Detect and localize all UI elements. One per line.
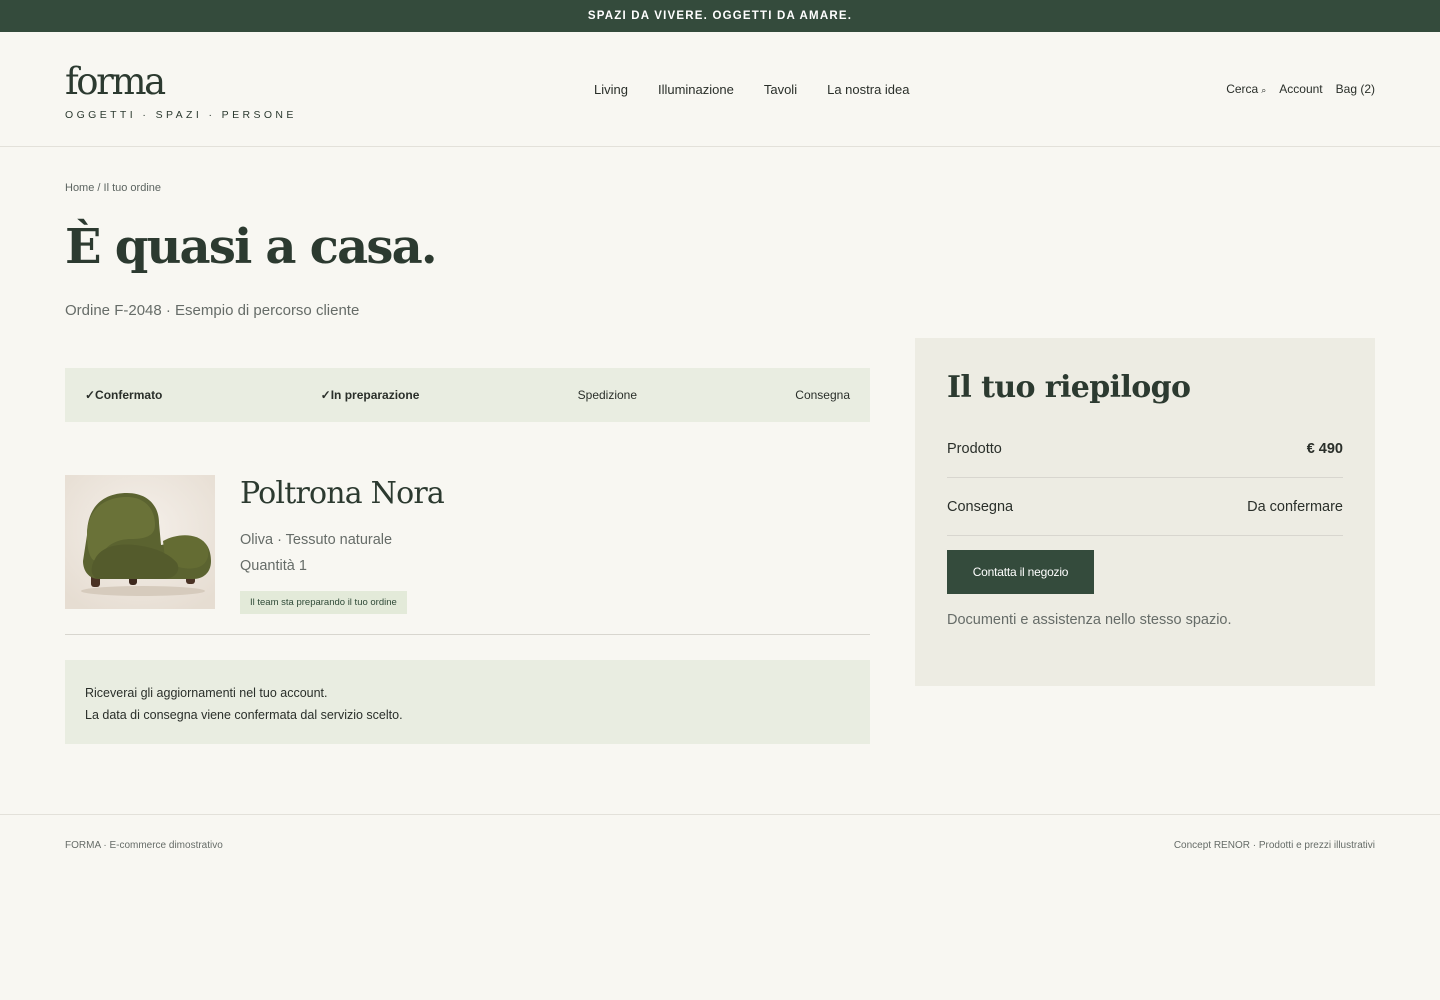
step-consegna: Consegna: [795, 388, 850, 402]
main-nav: Living Illuminazione Tavoli La nostra id…: [594, 82, 910, 97]
search-label: Cerca: [1226, 82, 1259, 96]
summary-delivery-value: Da confermare: [1247, 498, 1343, 515]
announcement-text: SPAZI DA VIVERE. OGGETTI DA AMARE.: [587, 10, 853, 22]
summary-note: Documenti e assistenza nello stesso spaz…: [947, 612, 1232, 628]
update-notice: Riceverai gli aggiornamenti nel tuo acco…: [65, 660, 870, 744]
summary-title: Il tuo riepilogo: [947, 370, 1191, 405]
summary-row-product: Prodotto € 490: [947, 420, 1343, 478]
search-icon: ⌕: [1261, 85, 1267, 95]
page-title: È quasi a casa.: [65, 219, 438, 275]
product-variant: Oliva · Tessuto naturale: [240, 532, 393, 548]
summary-delivery-label: Consegna: [947, 498, 1014, 515]
brand-logo[interactable]: forma OGGETTI · SPAZI · PERSONE: [65, 60, 297, 121]
notice-line-2: La data di consegna viene confermata dal…: [85, 708, 403, 722]
account-link[interactable]: Account: [1279, 82, 1322, 96]
step-spedizione: Spedizione: [577, 388, 638, 402]
logo-tagline: OGGETTI · SPAZI · PERSONE: [65, 109, 297, 121]
order-progress: ✓Confermato ✓In preparazione Spedizione …: [65, 368, 870, 422]
nav-item-nostra-idea[interactable]: La nostra idea: [827, 82, 909, 97]
bag-link[interactable]: Bag (2): [1336, 82, 1375, 96]
order-item: Poltrona Nora Oliva · Tessuto naturale Q…: [65, 475, 870, 635]
nav-item-illuminazione[interactable]: Illuminazione: [658, 82, 734, 97]
footer-right-text: Concept RENOR · Prodotti e prezzi illust…: [1173, 840, 1375, 851]
contact-store-button[interactable]: Contatta il negozio: [947, 550, 1094, 594]
footer-left-text: FORMA · E-commerce dimostrativo: [65, 840, 223, 851]
breadcrumb: Home / Il tuo ordine: [65, 182, 161, 194]
logo-wordmark: forma: [65, 60, 166, 103]
summary-product-value: € 490: [1306, 440, 1343, 457]
product-meta: Oliva · Tessuto naturale Quantità 1: [240, 527, 444, 579]
status-badge: Il team sta preparando il tuo ordine: [240, 591, 407, 614]
step-confermato: ✓Confermato: [85, 388, 163, 402]
product-name[interactable]: Poltrona Nora: [240, 475, 445, 513]
utility-nav: Cerca ⌕ Account Bag (2): [1226, 82, 1375, 96]
site-footer: FORMA · E-commerce dimostrativo Concept …: [0, 814, 1440, 851]
product-quantity: Quantità 1: [240, 558, 307, 574]
order-subtitle: Ordine F-2048 · Esempio di percorso clie…: [65, 302, 360, 319]
step-in-preparazione: ✓In preparazione: [320, 388, 420, 402]
nav-item-living[interactable]: Living: [594, 82, 628, 97]
nav-item-tavoli[interactable]: Tavoli: [764, 82, 797, 97]
summary-product-label: Prodotto: [947, 440, 1002, 457]
item-details: Poltrona Nora Oliva · Tessuto naturale Q…: [240, 475, 445, 614]
site-header: forma OGGETTI · SPAZI · PERSONE Living I…: [0, 32, 1440, 147]
search-link[interactable]: Cerca ⌕: [1226, 82, 1266, 96]
summary-row-delivery: Consegna Da confermare: [947, 478, 1343, 536]
announcement-bar: SPAZI DA VIVERE. OGGETTI DA AMARE.: [0, 0, 1440, 32]
notice-line-1: Riceverai gli aggiornamenti nel tuo acco…: [85, 686, 328, 700]
order-summary: Il tuo riepilogo Prodotto € 490 Consegna…: [915, 338, 1375, 686]
armchair-image: [65, 475, 215, 609]
